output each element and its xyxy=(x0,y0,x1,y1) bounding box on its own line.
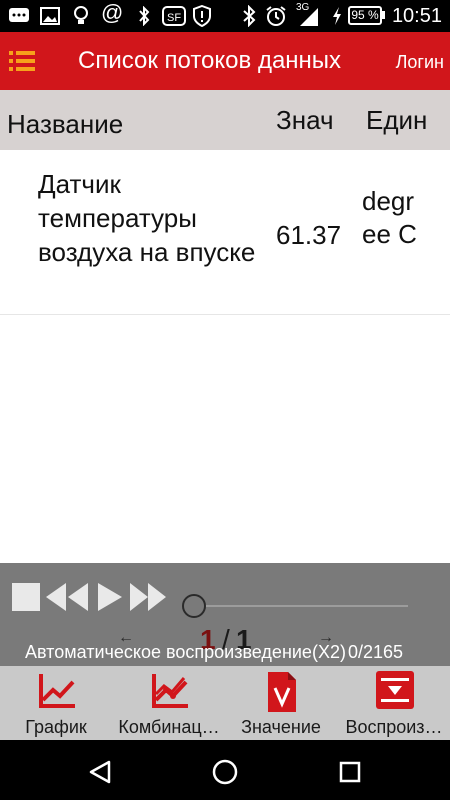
play-button[interactable] xyxy=(98,583,122,611)
clock: 10:51 xyxy=(391,5,442,27)
playback-slider-thumb[interactable] xyxy=(182,594,206,618)
svg-text:SF: SF xyxy=(167,12,181,24)
login-button[interactable]: Логин xyxy=(396,51,444,73)
navigation-bar xyxy=(0,740,450,800)
stop-button[interactable] xyxy=(12,583,40,611)
value-document-icon xyxy=(268,672,296,712)
table-row[interactable]: Датчик температуры воздуха на впуске 61.… xyxy=(0,150,450,315)
row-value: 61.37 xyxy=(276,220,342,250)
fast-forward-button[interactable] xyxy=(130,583,166,611)
tool-graph-label: График xyxy=(25,717,87,737)
bluetooth-small-icon xyxy=(139,6,150,26)
line-chart-icon xyxy=(39,674,75,708)
tool-playback[interactable]: Воспроиз… xyxy=(338,666,450,740)
page-title: Список потоков данных xyxy=(78,47,342,74)
at-icon: @ xyxy=(101,0,124,25)
column-header-unit: Един xyxy=(366,105,428,135)
tool-playback-label: Воспроиз… xyxy=(345,717,443,737)
tool-value-label: Значение xyxy=(241,717,321,737)
playback-slider-track[interactable] xyxy=(194,605,408,607)
battery-percent: 95 % xyxy=(351,8,379,22)
app-bar: Список потоков данных Логин xyxy=(0,32,450,90)
tool-combined[interactable]: Комбинац… xyxy=(113,666,225,740)
playback-record-icon xyxy=(376,671,414,709)
column-header-value: Знач xyxy=(276,105,334,135)
bluetooth-icon xyxy=(243,5,256,27)
signal-icon xyxy=(300,8,318,26)
row-unit: degree C xyxy=(362,186,417,249)
tool-value[interactable]: Значение xyxy=(225,666,337,740)
playback-panel: ← 1 / 1 → Автоматическое воспроизведение… xyxy=(0,563,450,666)
bottom-toolbar: График Комбинац… Значение Воспроиз… xyxy=(0,666,450,740)
image-icon xyxy=(40,7,60,25)
charging-icon xyxy=(333,7,341,25)
back-icon[interactable] xyxy=(88,760,112,784)
recent-apps-icon[interactable] xyxy=(339,761,361,783)
battery-tip xyxy=(382,11,385,19)
table-header: Название Знач Един xyxy=(0,90,450,150)
app-sf-icon: SF xyxy=(162,6,186,26)
tool-combined-label: Комбинац… xyxy=(118,717,220,737)
combined-chart-icon xyxy=(152,674,188,708)
rewind-button[interactable] xyxy=(46,583,88,611)
menu-icon[interactable] xyxy=(9,50,37,72)
home-icon[interactable] xyxy=(212,759,238,785)
alarm-icon xyxy=(266,6,286,26)
autoplay-label[interactable]: Автоматическое воспроизведение(X2) xyxy=(25,641,346,663)
alert-shield-icon xyxy=(193,5,211,27)
battery-icon: 95 % xyxy=(348,6,382,25)
tool-graph[interactable]: График xyxy=(0,666,112,740)
row-name: Датчик температуры воздуха на впуске xyxy=(38,169,256,267)
message-icon xyxy=(9,8,29,22)
column-header-name: Название xyxy=(7,109,124,139)
frame-counter: 0/2165 xyxy=(348,642,404,662)
status-bar: @ SF 3G 95 % 10:51 xyxy=(0,0,450,32)
bulb-icon xyxy=(74,6,88,24)
